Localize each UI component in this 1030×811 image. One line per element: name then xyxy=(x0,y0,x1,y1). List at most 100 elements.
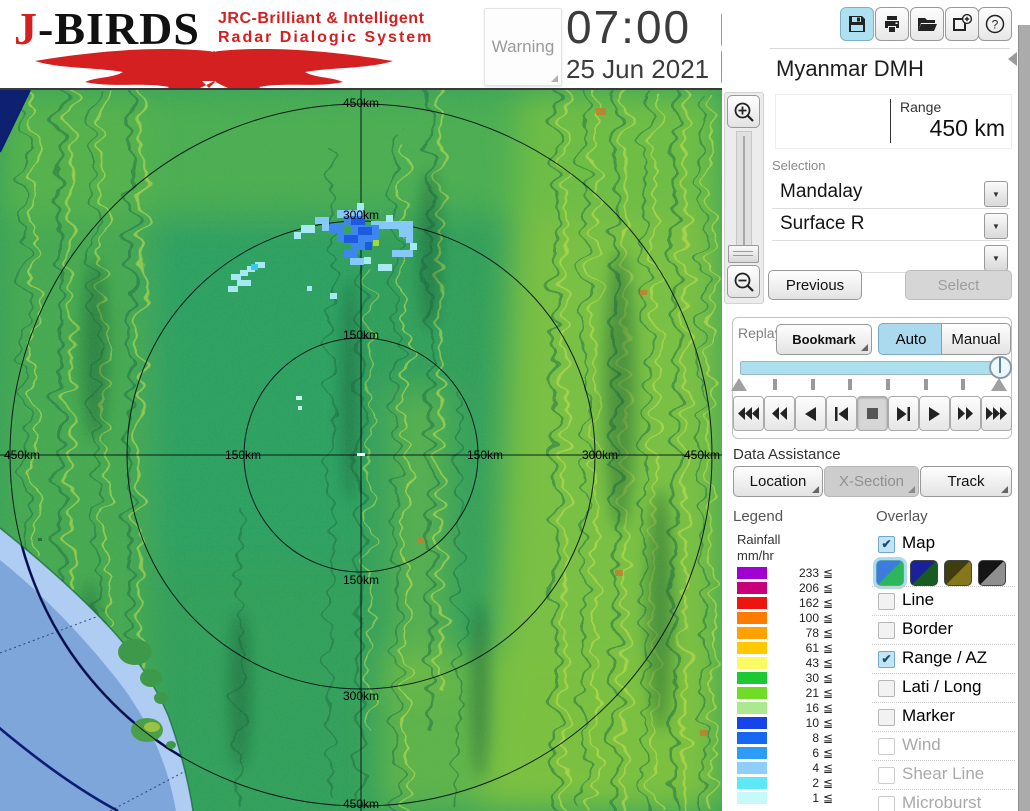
capture-add-button[interactable] xyxy=(945,7,979,41)
legend-value: 1 xyxy=(812,791,819,805)
legend-value: 4 xyxy=(812,761,819,775)
map-style-swatch-4[interactable] xyxy=(978,560,1006,586)
zoom-slider-track[interactable] xyxy=(736,131,752,261)
legend-value: 30 xyxy=(805,671,819,685)
legend-row: 8 ≦ xyxy=(737,731,857,746)
map-checkbox[interactable]: ✔ xyxy=(878,536,895,553)
help-button[interactable]: ? xyxy=(978,7,1012,41)
line-checkbox[interactable] xyxy=(878,593,895,610)
panel-splitter[interactable] xyxy=(1018,25,1030,811)
border-checkbox[interactable] xyxy=(878,622,895,639)
play-button[interactable] xyxy=(919,396,950,431)
wind-checkbox xyxy=(878,738,895,755)
replay-slider-track[interactable] xyxy=(740,361,1010,375)
legend-row: 6 ≦ xyxy=(737,746,857,761)
step-back-button[interactable] xyxy=(826,396,857,431)
map-zoom-strip xyxy=(724,92,764,304)
forward-button[interactable] xyxy=(950,396,981,431)
dropdown-product-arrow[interactable]: ▼ xyxy=(984,213,1008,239)
legend-operator: ≦ xyxy=(823,596,834,610)
map-style-swatch-2[interactable] xyxy=(910,560,938,586)
overlay-row-range-az[interactable]: ✔ Range / AZ xyxy=(872,644,1015,674)
overlay-row-border[interactable]: Border xyxy=(872,615,1015,645)
rewind-fast-button[interactable] xyxy=(733,396,764,431)
legend-operator: ≦ xyxy=(823,686,834,700)
ring-label-bottom-300: 300km xyxy=(343,689,379,703)
legend-operator: ≦ xyxy=(823,611,834,625)
zoom-slider-thumb[interactable] xyxy=(728,245,759,263)
zoom-out-button[interactable] xyxy=(727,265,760,298)
dropdown-product[interactable]: Surface R ▼ xyxy=(772,210,1010,241)
warning-button[interactable]: Warning xyxy=(484,8,562,86)
legend-swatch xyxy=(737,792,767,804)
legend-operator: ≦ xyxy=(823,716,834,730)
slider-tick xyxy=(961,379,965,390)
step-forward-button[interactable] xyxy=(888,396,919,431)
legend-row: 100 ≦ xyxy=(737,611,857,626)
chevron-down-icon: ▼ xyxy=(992,221,1000,231)
clock-time: 07:00 xyxy=(566,1,692,53)
slider-tick xyxy=(886,379,890,390)
select-button[interactable]: Select xyxy=(905,270,1012,300)
map-style-swatch-3[interactable] xyxy=(944,560,972,586)
map-style-swatch-1[interactable] xyxy=(876,560,904,586)
legend-value: 10 xyxy=(805,716,819,730)
logo-tagline-1: JRC-Brilliant & Intelligent xyxy=(218,10,425,27)
rewind-button[interactable] xyxy=(764,396,795,431)
auto-button[interactable]: Auto xyxy=(878,323,944,355)
ring-label-right-450: 450km xyxy=(684,448,720,462)
print-button[interactable] xyxy=(875,7,909,41)
dropdown-extra[interactable]: ▼ xyxy=(772,242,1010,273)
legend-operator: ≦ xyxy=(823,656,834,670)
legend-row: 206 ≦ xyxy=(737,581,857,596)
print-icon xyxy=(885,16,899,32)
dropdown-extra-arrow[interactable]: ▼ xyxy=(984,245,1008,271)
auto-label: Auto xyxy=(895,330,927,348)
zoom-in-button[interactable] xyxy=(727,95,760,128)
overlay-row-line[interactable]: Line xyxy=(872,586,1015,616)
overlay-row-lati-long[interactable]: Lati / Long xyxy=(872,673,1015,703)
overlay-row-marker[interactable]: Marker xyxy=(872,702,1015,732)
radar-map[interactable]: 450km 300km 150km 150km 300km 450km 450k… xyxy=(0,90,722,811)
forward-fast-button[interactable] xyxy=(981,396,1012,431)
legend-swatch xyxy=(737,687,767,699)
ring-label-top-300: 300km xyxy=(343,208,379,222)
slider-start-marker[interactable] xyxy=(731,378,747,391)
legend-value: 206 xyxy=(798,581,819,595)
dropdown-station[interactable]: Mandalay ▼ xyxy=(772,178,1010,209)
x-section-button[interactable]: X-Section xyxy=(824,466,919,497)
radar-center-marker xyxy=(357,453,365,456)
dropdown-station-arrow[interactable]: ▼ xyxy=(984,181,1008,207)
overlay-row-map[interactable]: ✔ Map xyxy=(872,530,1015,559)
panel-collapse-icon[interactable] xyxy=(1008,52,1017,66)
bookmark-label: Bookmark xyxy=(792,332,856,347)
location-button[interactable]: Location xyxy=(733,466,823,497)
save-button[interactable] xyxy=(840,7,874,41)
legend-unit: mm/hr xyxy=(737,548,774,563)
lati-long-checkbox[interactable] xyxy=(878,680,895,697)
previous-button[interactable]: Previous xyxy=(768,270,862,300)
dropdown-product-value: Surface R xyxy=(780,213,865,234)
slider-end-marker[interactable] xyxy=(991,378,1007,391)
manual-label: Manual xyxy=(951,330,1001,348)
legend-operator: ≦ xyxy=(823,701,834,715)
legend-swatch xyxy=(737,717,767,729)
track-button[interactable]: Track xyxy=(920,466,1012,497)
location-label: Location xyxy=(749,473,807,490)
legend-value: 6 xyxy=(812,746,819,760)
marker-checkbox[interactable] xyxy=(878,709,895,726)
play-reverse-icon xyxy=(805,406,816,421)
open-folder-button[interactable] xyxy=(910,7,944,41)
legend-row: 78 ≦ xyxy=(737,626,857,641)
bookmark-button[interactable]: Bookmark xyxy=(776,324,872,355)
replay-slider-handle[interactable] xyxy=(989,356,1012,379)
manual-button[interactable]: Manual xyxy=(941,323,1011,355)
track-label: Track xyxy=(947,473,985,490)
legend-row: 61 ≦ xyxy=(737,641,857,656)
play-reverse-button[interactable] xyxy=(795,396,826,431)
shear-line-checkbox xyxy=(878,767,895,784)
legend-row: 21 ≦ xyxy=(737,686,857,701)
stop-button[interactable] xyxy=(857,396,888,431)
header-bar: J-BIRDS JRC-Brilliant & Intelligent Rada… xyxy=(0,0,762,90)
range-az-checkbox[interactable]: ✔ xyxy=(878,651,895,668)
